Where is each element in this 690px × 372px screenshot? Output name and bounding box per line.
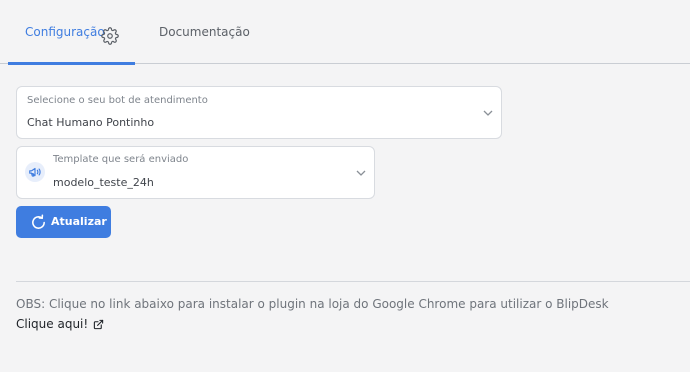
settings-page: Configuração Documentação Selecione o se… [0,0,690,372]
update-button-label: Atualizar [51,215,107,228]
update-button[interactable]: Atualizar [16,206,111,238]
template-select-value: modelo_teste_24h [53,176,154,189]
plugin-note: OBS: Clique no link abaixo para instalar… [16,297,609,311]
megaphone-icon [25,162,45,182]
refresh-icon [32,214,45,229]
chevron-down-icon[interactable] [355,169,367,177]
bot-select-value: Chat Humano Pontinho [27,116,155,129]
tab-configuracao[interactable]: Configuração [8,0,135,65]
chevron-down-icon[interactable] [482,109,494,117]
template-select[interactable]: Template que será enviado modelo_teste_2… [16,146,375,199]
tab-configuracao-label: Configuração [25,25,105,39]
tab-documentacao-label: Documentação [159,25,250,39]
external-link-icon[interactable] [93,319,104,330]
gear-icon[interactable] [101,27,119,45]
tab-documentacao[interactable]: Documentação [159,0,250,64]
bot-select-label: Selecione o seu bot de atendimento [27,95,208,106]
plugin-link[interactable]: Clique aqui! [16,317,104,331]
bot-select[interactable]: Selecione o seu bot de atendimento Chat … [16,86,502,139]
plugin-link-label[interactable]: Clique aqui! [16,317,88,331]
active-tab-indicator [8,62,135,65]
template-select-label: Template que será enviado [53,154,189,165]
tab-bar: Configuração Documentação [0,0,690,65]
divider [16,281,690,282]
